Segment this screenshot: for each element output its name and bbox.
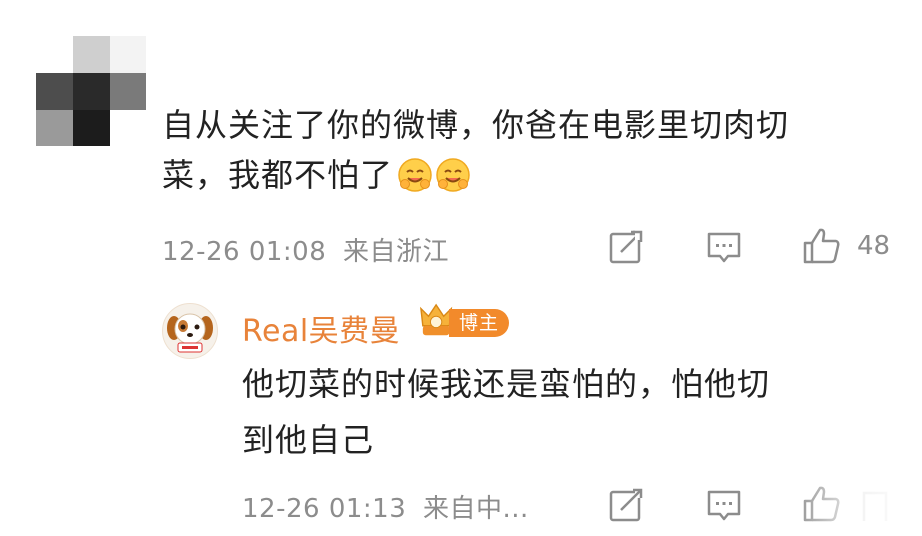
blogger-badge: 博主 <box>449 309 509 337</box>
like-icon[interactable] <box>802 227 842 265</box>
comment-location: 来自浙江 <box>343 237 450 267</box>
reply-location: 来自中... <box>423 494 529 524</box>
reply-author-name[interactable]: Real吴费曼 <box>242 306 400 350</box>
reply-meta: 12-26 01:13 来自中... <box>242 488 529 525</box>
hug-emoji-icon <box>398 158 432 192</box>
comment-icon[interactable] <box>706 489 742 523</box>
like-count: 48 <box>857 231 891 261</box>
share-icon[interactable] <box>609 230 645 264</box>
dog-avatar-icon <box>167 313 213 353</box>
reply-text-line-1: 他切菜的时候我还是蛮怕的，怕他切 <box>242 365 771 403</box>
reply-text: 他切菜的时候我还是蛮怕的，怕他切 到他自己 <box>242 356 770 468</box>
reply-text-line-2: 到他自己 <box>242 421 375 459</box>
share-icon[interactable] <box>609 488 645 522</box>
comment-icon[interactable] <box>706 231 742 265</box>
bottom-right-fade <box>790 470 922 536</box>
comment-meta: 12-26 01:08 来自浙江 <box>162 231 449 268</box>
comment-text-line-1: 自从关注了你的微博，你爸在电影里切肉切 <box>162 106 790 144</box>
reply-author-avatar[interactable] <box>162 303 218 359</box>
reply-time: 12-26 01:13 <box>242 494 407 524</box>
comment-time: 12-26 01:08 <box>162 237 327 267</box>
comment-text: 自从关注了你的微博，你爸在电影里切肉切 菜，我都不怕了 <box>162 100 789 200</box>
commenter-avatar-mosaic[interactable] <box>36 36 146 146</box>
hug-emoji-icon <box>436 158 470 192</box>
comment-text-line-2: 菜，我都不怕了 <box>162 156 394 194</box>
